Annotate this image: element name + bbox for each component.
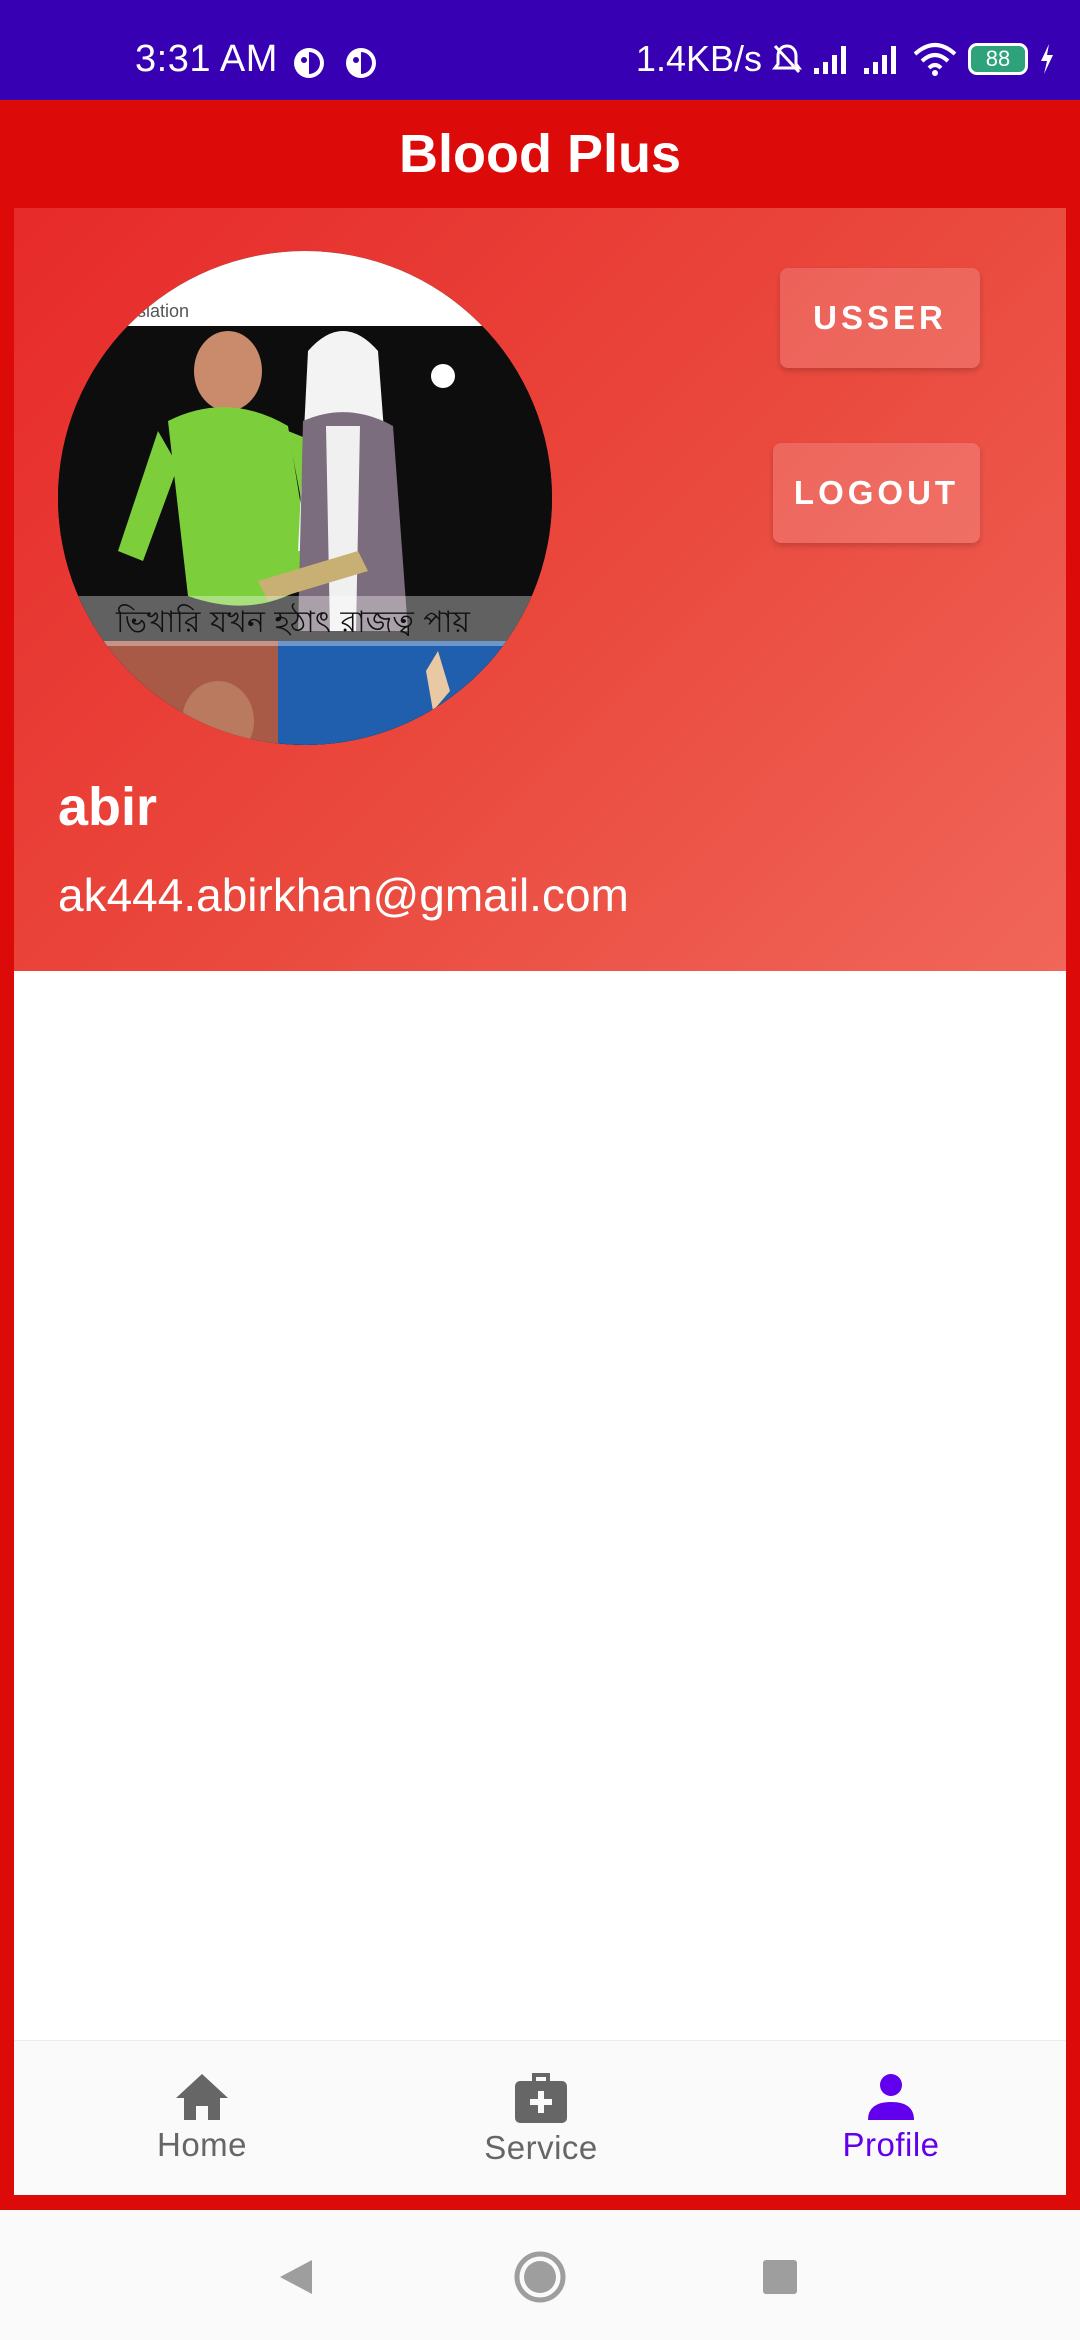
status-right-group: 1.4KB/s 88	[636, 38, 1056, 80]
logout-button[interactable]: LOGOUT	[773, 443, 980, 543]
avatar-image: islation ভিখারি যখন হঠাৎ রাজত্ব পায়	[58, 251, 552, 745]
nav-label-profile: Profile	[842, 2126, 940, 2163]
system-navigation-bar	[0, 2210, 1080, 2340]
recents-icon[interactable]	[762, 2259, 798, 2295]
content-area	[14, 971, 1066, 2040]
status-time: 3:31 AM	[135, 38, 278, 80]
nav-label-service: Service	[484, 2129, 598, 2166]
back-icon[interactable]	[278, 2258, 314, 2296]
status-bar: 3:31 AM 1.4KB/s 88	[0, 0, 1080, 100]
profile-header: islation ভিখারি যখন হঠাৎ রাজত্ব পায় USS…	[14, 208, 1066, 971]
battery-level: 88	[985, 46, 1011, 71]
wifi-icon	[913, 43, 957, 76]
user-email: ak444.abirkhan@gmail.com	[58, 869, 629, 921]
battery-icon: 88	[968, 43, 1028, 75]
home-icon	[176, 2074, 228, 2120]
nav-item-profile[interactable]: Profile	[761, 2041, 1021, 2195]
person-icon	[868, 2074, 914, 2120]
mute-icon	[772, 44, 802, 74]
bottom-navigation: Home Service Profile	[14, 2040, 1066, 2195]
notification-icon	[294, 48, 324, 78]
profile-avatar[interactable]: islation ভিখারি যখন হঠাৎ রাজত্ব পায়	[58, 251, 552, 745]
nav-item-home[interactable]: Home	[72, 2041, 332, 2195]
nav-item-service[interactable]: Service	[411, 2041, 671, 2195]
signal-icon	[814, 46, 846, 74]
home-button-icon[interactable]	[513, 2250, 567, 2304]
app-title: Blood Plus	[399, 124, 681, 184]
signal-icon	[864, 46, 896, 74]
notification-icon	[346, 48, 376, 78]
medical-bag-icon	[515, 2073, 567, 2123]
nav-label-home: Home	[156, 2126, 248, 2163]
network-speed: 1.4KB/s	[635, 38, 762, 79]
avatar-caption: ভিখারি যখন হঠাৎ রাজত্ব পায়	[115, 603, 471, 640]
status-notification-icons	[292, 46, 378, 80]
user-name: abir	[58, 777, 158, 837]
avatar-watermark: islation	[133, 301, 189, 321]
usser-button[interactable]: USSER	[780, 268, 980, 368]
charging-icon	[1041, 44, 1053, 74]
